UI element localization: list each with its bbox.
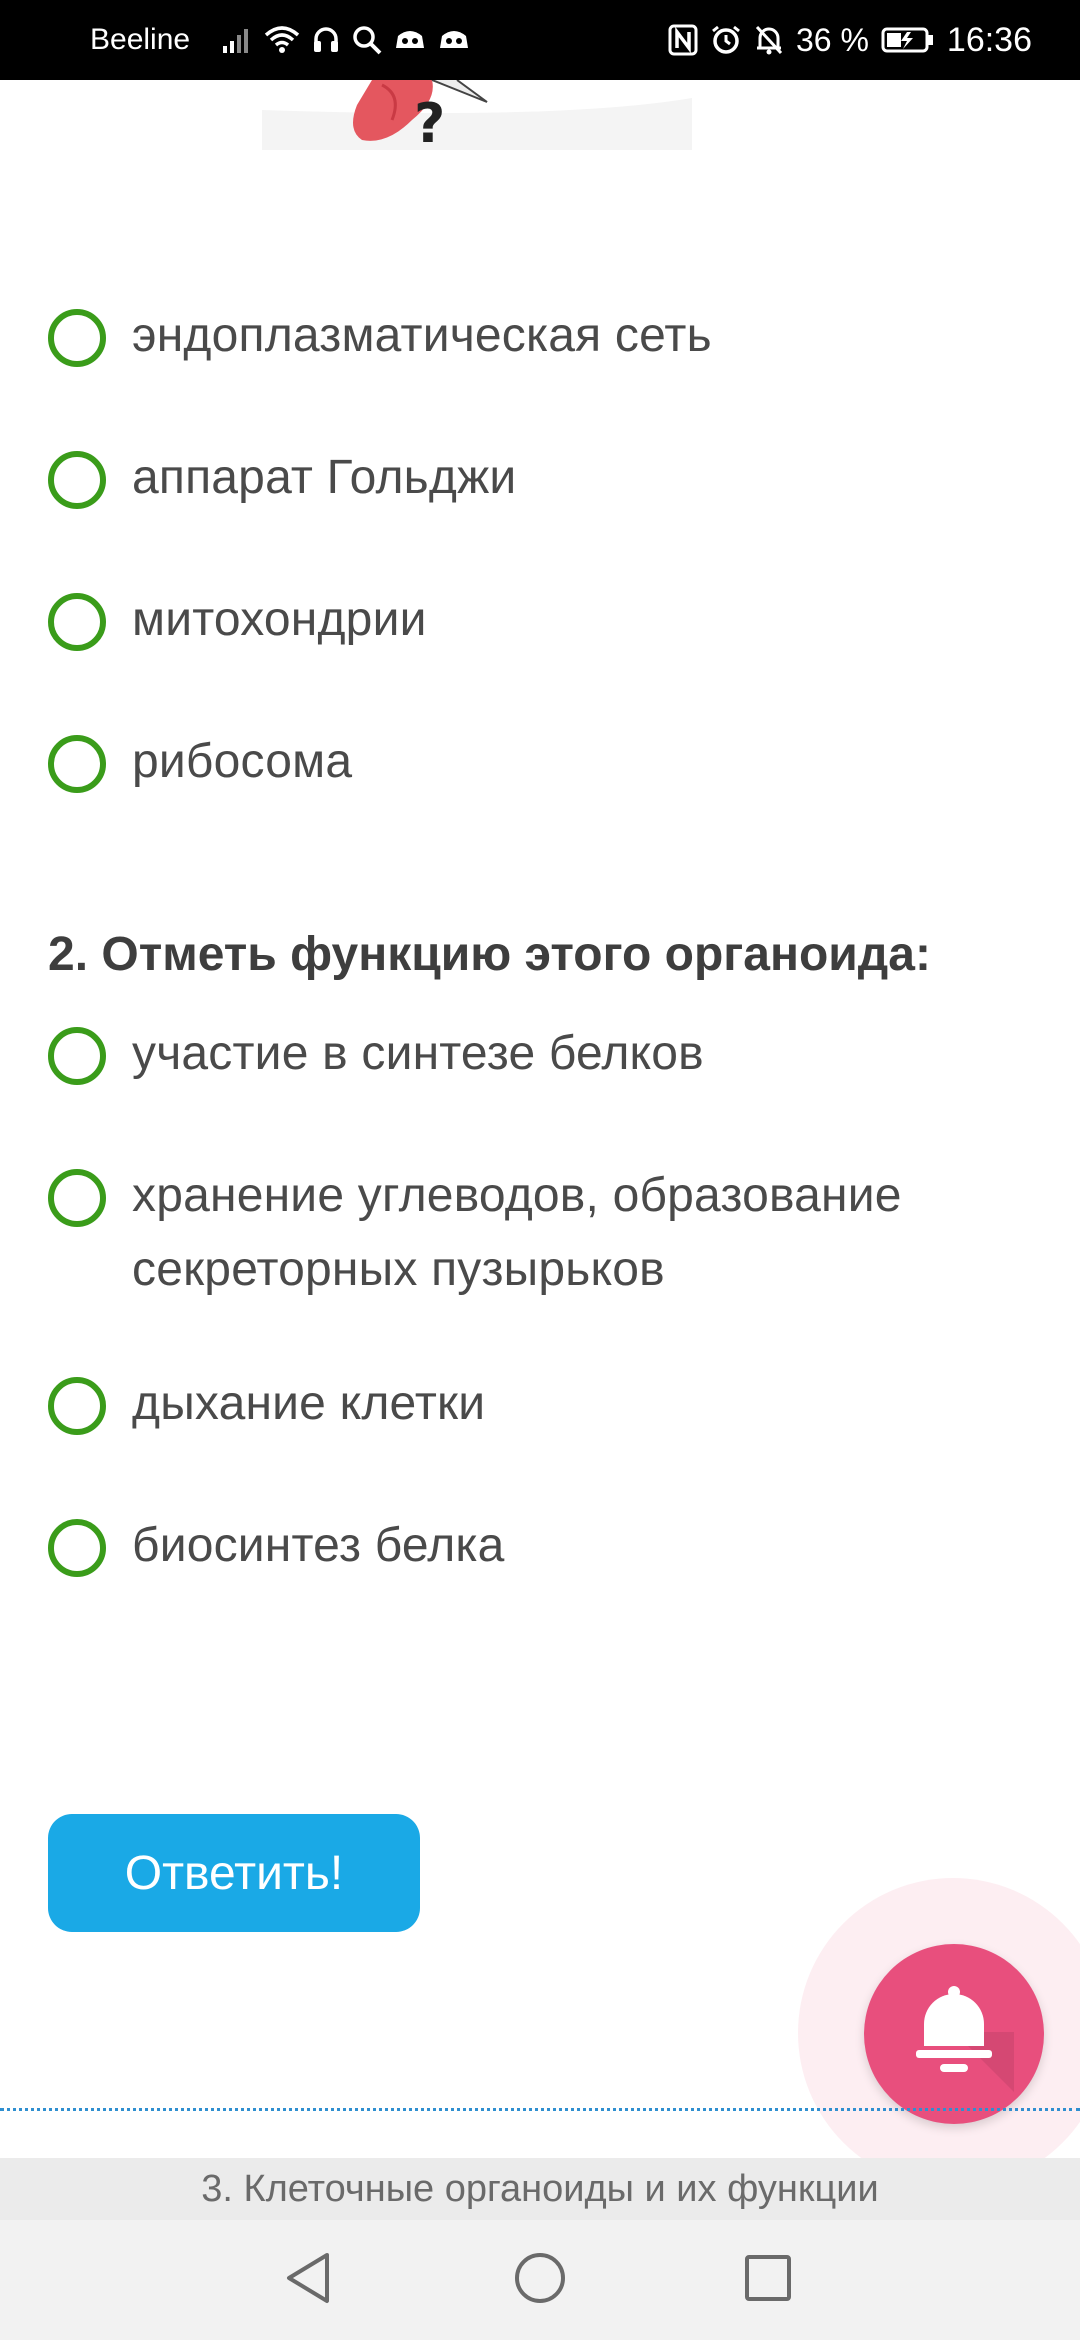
option-label: участие в синтезе белков	[132, 1027, 704, 1080]
radio-button[interactable]	[48, 451, 106, 509]
q1-option-1[interactable]: эндоплазматическая сеть	[48, 307, 1028, 373]
q1-option-2[interactable]: аппарат Гольджи	[48, 449, 1028, 515]
radio-button[interactable]	[48, 735, 106, 793]
option-label: эндоплазматическая сеть	[132, 309, 712, 362]
app-icon	[438, 26, 470, 54]
battery-percent: 36 %	[795, 21, 869, 58]
search-icon	[352, 25, 382, 55]
nfc-icon	[668, 24, 698, 56]
system-nav-bar	[0, 2220, 1080, 2340]
option-label: рибосома	[132, 735, 353, 788]
radio-button[interactable]	[48, 1027, 106, 1085]
option-label: аппарат Гольджи	[132, 451, 517, 504]
mute-notifications-icon	[754, 24, 784, 56]
submit-button[interactable]: Ответить!	[48, 1814, 420, 1932]
organelle-illustration: ?	[262, 80, 692, 150]
status-left: Beeline	[90, 0, 470, 80]
radio-button[interactable]	[48, 1377, 106, 1435]
app-icon	[394, 26, 426, 54]
wifi-icon	[264, 25, 300, 55]
svg-text:?: ?	[414, 92, 445, 150]
option-label: хранение углеводов, образование секретор…	[132, 1169, 902, 1296]
home-button[interactable]	[480, 2220, 600, 2340]
dotted-divider	[0, 2108, 1080, 2111]
back-icon	[283, 2251, 333, 2309]
q1-option-3[interactable]: митохондрии	[48, 591, 1028, 657]
carrier-name: Beeline	[90, 23, 191, 56]
recents-icon	[743, 2253, 793, 2307]
clock: 16:36	[946, 20, 1032, 59]
radio-button[interactable]	[48, 1519, 106, 1577]
q2-option-1[interactable]: участие в синтезе белков	[48, 1025, 1028, 1091]
battery-charging-icon	[881, 26, 935, 54]
back-button[interactable]	[248, 2220, 368, 2340]
notification-bell-button[interactable]	[864, 1944, 1044, 2124]
q2-option-3[interactable]: дыхание клетки	[48, 1375, 1028, 1441]
section-title: 3. Клеточные органоиды и их функции	[201, 2167, 879, 2210]
alarm-icon	[710, 24, 742, 56]
status-right: 36 % 16:36	[668, 0, 1032, 80]
option-label: биосинтез белка	[132, 1519, 505, 1572]
q2-option-2[interactable]: хранение углеводов, образование секретор…	[48, 1167, 1028, 1307]
radio-button[interactable]	[48, 309, 106, 367]
option-label: митохондрии	[132, 593, 427, 646]
section-footer[interactable]: 3. Клеточные органоиды и их функции	[0, 2158, 1080, 2220]
q1-option-4[interactable]: рибосома	[48, 733, 1028, 799]
bell-icon	[894, 1972, 1014, 2096]
q2-option-4[interactable]: биосинтез белка	[48, 1517, 1028, 1583]
headset-icon	[312, 25, 340, 55]
status-bar: Beeline 36 % 16:36	[0, 0, 1080, 80]
option-label: дыхание клетки	[132, 1377, 486, 1430]
signal-icon	[222, 26, 252, 54]
radio-button[interactable]	[48, 1169, 106, 1227]
recents-button[interactable]	[708, 2220, 828, 2340]
question-title: 2. Отметь функцию этого органоида:	[48, 928, 931, 981]
radio-button[interactable]	[48, 593, 106, 651]
home-icon	[513, 2251, 567, 2309]
